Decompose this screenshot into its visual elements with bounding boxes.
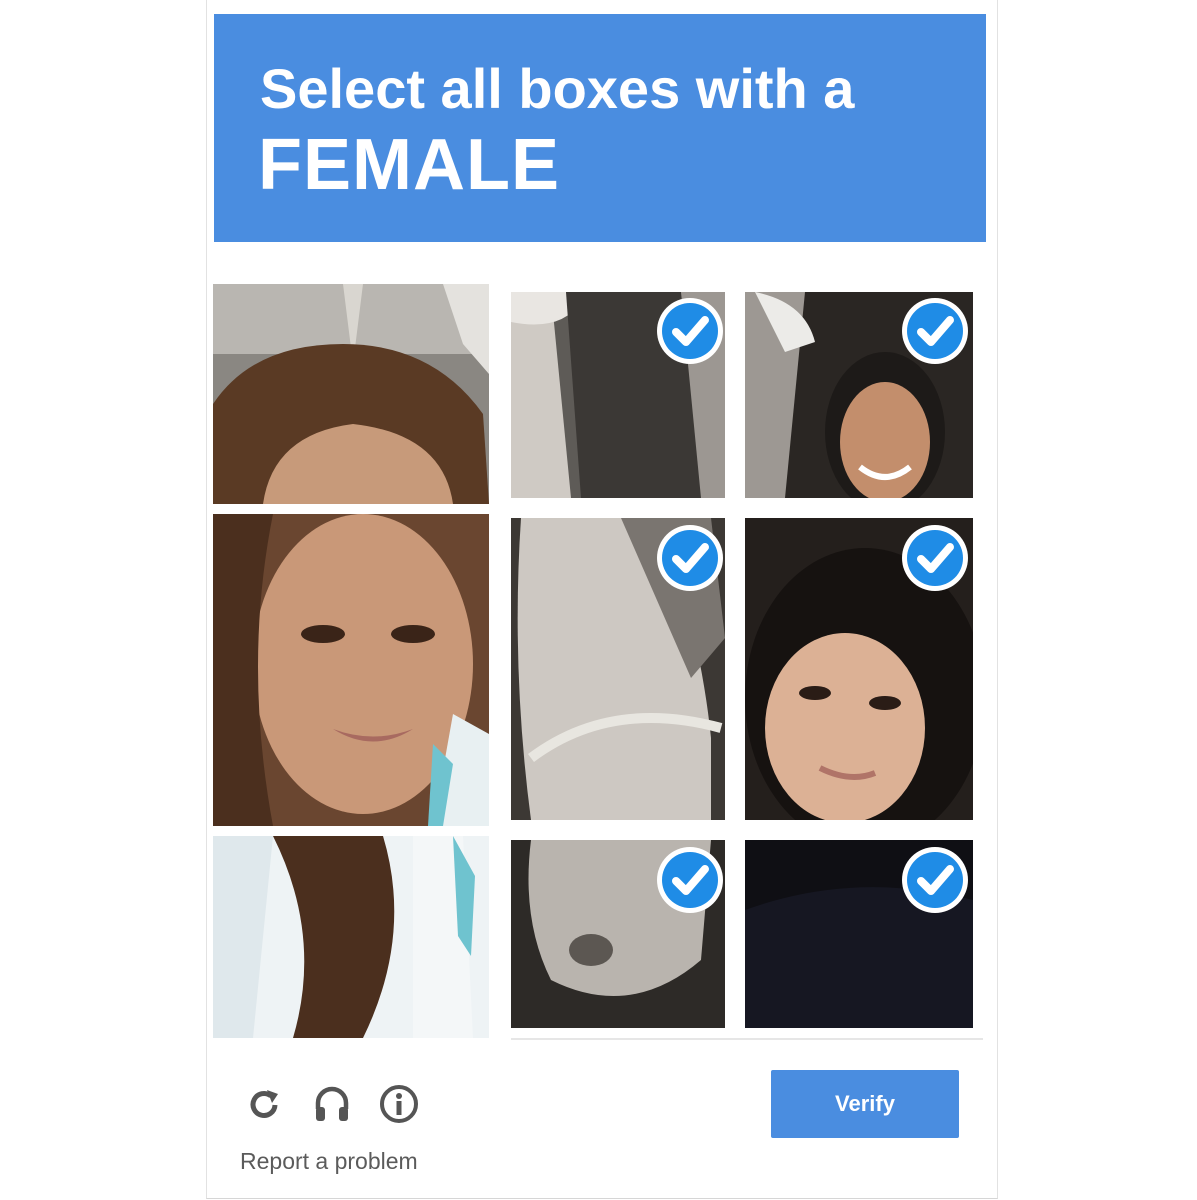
instruction-text: Select all boxes with a bbox=[260, 57, 855, 120]
image-tile-woman-left-middle[interactable] bbox=[213, 514, 489, 826]
selected-check-icon bbox=[657, 847, 723, 913]
instruction-header: Select all boxes with a FEMALE bbox=[214, 14, 986, 242]
selected-check-icon bbox=[902, 298, 968, 364]
image-tile-woman-left-top[interactable] bbox=[213, 284, 489, 504]
instruction-target: FEMALE bbox=[258, 125, 560, 205]
selected-check-icon bbox=[902, 525, 968, 591]
reload-icon[interactable] bbox=[245, 1086, 283, 1124]
info-icon[interactable] bbox=[378, 1083, 420, 1125]
verify-button[interactable]: Verify bbox=[771, 1070, 959, 1138]
footer-divider bbox=[511, 1038, 983, 1040]
report-problem-link[interactable]: Report a problem bbox=[240, 1148, 418, 1175]
headphones-icon[interactable] bbox=[311, 1083, 353, 1125]
selected-check-icon bbox=[657, 525, 723, 591]
selected-check-icon bbox=[902, 847, 968, 913]
image-tile-woman-left-bottom[interactable] bbox=[213, 836, 489, 1038]
selected-check-icon bbox=[657, 298, 723, 364]
